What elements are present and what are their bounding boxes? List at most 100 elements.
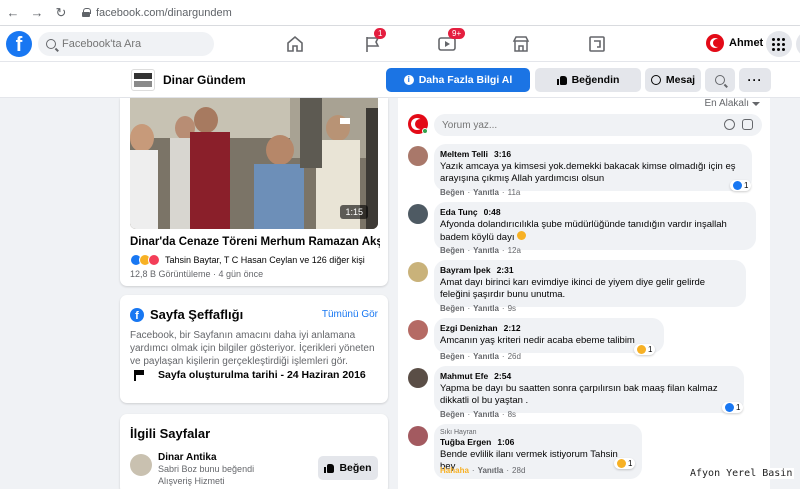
comment-timestamp[interactable]: 0:48	[484, 207, 501, 217]
video-reactions[interactable]: Tahsin Baytar, T C Hasan Ceylan ve 126 d…	[130, 254, 365, 266]
reply-action[interactable]: Yanıtla	[473, 246, 499, 255]
browser-toolbar: ← → ↻ facebook.com/dinargundem	[0, 0, 800, 26]
comment-age[interactable]: 11a	[508, 188, 521, 197]
flag-nav-icon[interactable]: 1	[362, 28, 387, 55]
sticker-icon[interactable]	[742, 119, 753, 130]
reply-action[interactable]: Yanıtla	[473, 410, 499, 419]
reaction-count[interactable]: 1	[730, 180, 752, 191]
comment-age[interactable]: 26d	[508, 352, 521, 361]
info-icon: i	[403, 75, 414, 85]
like-label: Beğen	[339, 462, 372, 474]
comment-bubble: Bayram İpek 2:31 Amat dayı birinci karı e…	[434, 260, 746, 307]
address-bar[interactable]: facebook.com/dinargundem	[82, 7, 232, 19]
see-all-link[interactable]: Tümünü Gör	[322, 309, 378, 320]
reply-action[interactable]: Yanıtla	[473, 188, 499, 197]
watch-nav-icon[interactable]: 9+	[436, 28, 466, 55]
back-icon[interactable]: ←	[6, 5, 20, 20]
online-status-icon	[422, 128, 428, 134]
like-action[interactable]: Beğen	[440, 410, 464, 419]
comment-actions: Beğen · Yanıtla · 8s	[440, 410, 517, 419]
comment-timestamp[interactable]: 2:31	[497, 265, 514, 275]
page-title[interactable]: Dinar Gündem	[163, 73, 246, 87]
comment-actions: Beğen · Yanıtla · 12a	[440, 246, 521, 255]
thumbs-up-icon	[556, 75, 567, 85]
lock-icon	[82, 8, 91, 17]
reaction-icons	[130, 254, 160, 266]
avatar[interactable]	[408, 204, 428, 224]
avatar[interactable]	[408, 146, 428, 166]
commenter-name[interactable]: Ezgi Denizhan	[440, 323, 498, 333]
comment-age[interactable]: 12a	[508, 246, 521, 255]
search-input[interactable]	[62, 38, 202, 50]
url-text[interactable]: facebook.com/dinargundem	[96, 7, 232, 19]
messenger-button[interactable]	[796, 31, 800, 57]
like-reaction-icon	[733, 181, 742, 190]
marketplace-icon[interactable]	[510, 33, 532, 55]
facebook-logo-icon[interactable]: f	[6, 31, 32, 57]
reply-action[interactable]: Yanıtla	[473, 352, 499, 361]
home-icon[interactable]	[284, 33, 306, 55]
commenter-name[interactable]: Tuğba Ergen	[440, 437, 491, 447]
gaming-icon[interactable]	[586, 33, 608, 55]
like-action[interactable]: Beğen	[440, 246, 464, 255]
related-pages-title: İlgili Sayfalar	[130, 426, 211, 441]
search-icon	[46, 39, 56, 49]
reaction-count[interactable]: 1	[614, 458, 636, 469]
commenter-name[interactable]: Bayram İpek	[440, 265, 491, 275]
message-button[interactable]: Mesaj	[645, 68, 701, 92]
comment-text-line: Amat dayı birinci karı evimdiye ikinci d…	[440, 277, 706, 288]
reactions-text: Tahsin Baytar, T C Hasan Ceylan ve 126 d…	[165, 255, 365, 265]
scrollbar[interactable]	[790, 98, 800, 489]
emoji-icon[interactable]	[724, 119, 735, 130]
video-duration: 1:15	[340, 205, 368, 219]
avatar[interactable]	[408, 320, 428, 340]
comment-input[interactable]	[442, 119, 722, 131]
video-thumbnail[interactable]: 1:15	[130, 98, 378, 229]
like-page-button[interactable]: Beğen	[318, 456, 378, 480]
more-options-button[interactable]: ···	[739, 68, 771, 92]
avatar[interactable]	[408, 262, 428, 282]
liked-button[interactable]: Beğendin	[535, 68, 641, 92]
like-action[interactable]: Beğen	[440, 304, 464, 313]
comment-text-fragment: badem köylü dayı	[440, 232, 515, 243]
comment-age[interactable]: 28d	[512, 466, 525, 475]
comment-compose-box[interactable]	[434, 114, 762, 136]
avatar[interactable]	[408, 426, 428, 446]
avatar[interactable]	[130, 454, 152, 476]
reply-action[interactable]: Yanıtla	[478, 466, 504, 475]
comments-panel: En Alakalı Meltem Telli 3:16 Yazık amcaya…	[398, 98, 770, 489]
commenter-name[interactable]: Eda Tunç	[440, 207, 478, 217]
avatar[interactable]	[408, 368, 428, 388]
comment-timestamp[interactable]: 1:06	[497, 437, 514, 447]
page-logo[interactable]	[131, 69, 155, 91]
comment-timestamp[interactable]: 2:54	[494, 371, 511, 381]
forward-icon[interactable]: →	[30, 5, 44, 20]
commenter-name[interactable]: Meltem Telli	[440, 149, 488, 159]
comment-age[interactable]: 8s	[508, 410, 516, 419]
reaction-count[interactable]: 1	[722, 402, 744, 413]
reaction-number: 1	[744, 181, 749, 190]
reload-icon[interactable]: ↻	[54, 5, 68, 21]
video-title[interactable]: Dinar'da Cenaze Töreni Merhum Ramazan Ak…	[130, 236, 380, 248]
comment-timestamp[interactable]: 3:16	[494, 149, 511, 159]
like-action[interactable]: Beğen	[440, 188, 464, 197]
comment-age[interactable]: 9s	[508, 304, 516, 313]
reply-action[interactable]: Yanıtla	[473, 304, 499, 313]
page-search-button[interactable]	[705, 68, 735, 92]
comment-timestamp[interactable]: 2:12	[504, 323, 521, 333]
thumbs-up-icon	[324, 463, 335, 473]
reaction-count[interactable]: 1	[634, 344, 656, 355]
commenter-name[interactable]: Mahmut Efe	[440, 371, 488, 381]
menu-grid-icon[interactable]	[766, 31, 792, 57]
related-page-name[interactable]: Dinar Antika	[158, 452, 217, 463]
comment-sort-dropdown[interactable]: En Alakalı	[705, 98, 760, 109]
comment-bubble: Eda Tunç 0:48 Afyonda dolandırıcılıkla şu…	[434, 202, 756, 250]
page-transparency-card: f Sayfa Şeffaflığı Tümünü Gör Facebook, …	[120, 295, 388, 403]
more-info-button[interactable]: i Daha Fazla Bilgi Al	[386, 68, 530, 92]
search-box[interactable]	[38, 32, 214, 56]
transparency-description: Facebook, bir Sayfanın amacını daha iyi …	[130, 330, 375, 367]
transparency-title-text: Sayfa Şeffaflığı	[150, 307, 244, 322]
haha-action[interactable]: Hahaha	[440, 466, 469, 475]
profile-shortcut[interactable]: Ahmet	[706, 34, 763, 52]
like-action[interactable]: Beğen	[440, 352, 464, 361]
